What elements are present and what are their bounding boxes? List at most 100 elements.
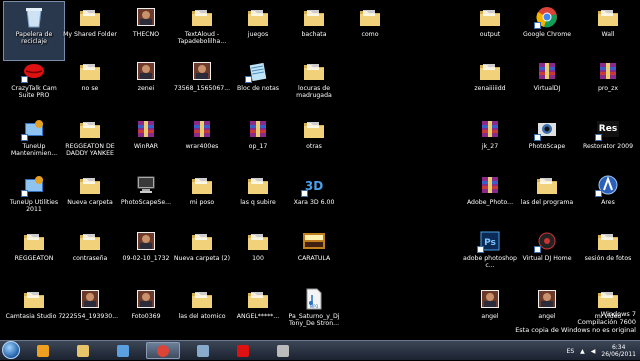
desktop-icon-my-shared-folder[interactable]: My Shared Folder xyxy=(60,2,120,60)
desktop-icon-tuneup-mant[interactable]: TuneUp Mantenimien... xyxy=(4,114,64,172)
desktop-icon-nueva-carpeta[interactable]: Nueva carpeta xyxy=(60,170,120,228)
desktop-icon-label: 73568_1565067... xyxy=(173,85,231,92)
taskbar-button-chrome[interactable] xyxy=(146,342,180,359)
photo-icon xyxy=(133,5,159,29)
taskbar-button-media-player[interactable] xyxy=(26,342,60,359)
lips-icon xyxy=(21,59,47,83)
desktop-icon-adobe-photoshop[interactable]: Ps adobe photoshop c... xyxy=(460,226,520,284)
desktop-icon-zenaiiiiidd[interactable]: zenaiiiiidd xyxy=(460,56,520,114)
tuneup-icon xyxy=(21,117,47,141)
clock-time: 6:34 xyxy=(611,344,626,351)
rar-icon xyxy=(534,59,560,83)
volume-icon[interactable]: ◀ xyxy=(591,348,596,355)
desktop-icon-google-chrome[interactable]: Google Chrome xyxy=(517,2,577,60)
network-icon[interactable]: ▲ xyxy=(580,348,585,355)
desktop-icon-wrar400es[interactable]: wrar400es xyxy=(172,114,232,172)
desktop-icon-file-222554[interactable]: 222554_193930... xyxy=(60,284,120,342)
desktop-icon-label: angel xyxy=(481,313,499,320)
folder-icon xyxy=(595,5,621,29)
desktop-icon-bachata[interactable]: bachata xyxy=(284,2,344,60)
desktop-icon-sesion-de-fotos[interactable]: sesión de fotos xyxy=(578,226,638,284)
desktop-icon-winrar[interactable]: WinRAR xyxy=(116,114,176,172)
desktop-icon-caratula[interactable]: CARATULA xyxy=(284,226,344,284)
mp3-icon: MP3 xyxy=(301,287,327,311)
clock[interactable]: 6:34 26/06/2011 xyxy=(601,344,636,358)
desktop-icon-pa-saturno[interactable]: MP3 Pa_Saturno_y_Dj Tony_De Stron... xyxy=(284,284,344,342)
language-indicator[interactable]: ES xyxy=(567,348,575,355)
desktop-icon-textaloud[interactable]: TextAloud - Tapadebolilha... xyxy=(172,2,232,60)
desktop-icon-mi-poso[interactable]: mi poso xyxy=(172,170,232,228)
desktop-icon-photoscape[interactable]: PhotoScape xyxy=(517,114,577,172)
desktop-icon-restorator[interactable]: Res Restorator 2009 xyxy=(578,114,638,172)
desktop-icon-nueva-carpeta-2[interactable]: Nueva carpeta (2) xyxy=(172,226,232,284)
desktop-icon-cien[interactable]: 100 xyxy=(228,226,288,284)
desktop-icon-label: Nueva carpeta (2) xyxy=(173,255,231,262)
desktop-icon-recycle-bin[interactable]: Papelera de reciclaje xyxy=(3,1,65,61)
desktop-icon-label: wrar400es xyxy=(185,143,219,150)
desktop-icon-label: Wall xyxy=(601,31,615,38)
desktop-icon-label: adobe photoshop c... xyxy=(463,255,517,269)
photo-icon xyxy=(477,287,503,311)
folder-icon xyxy=(189,287,215,311)
desktop-icon-foto0369[interactable]: Foto0369 xyxy=(116,284,176,342)
caratula-icon xyxy=(301,229,327,253)
folder-icon xyxy=(21,287,47,311)
desktop-icon-las-q-subire[interactable]: las q subire xyxy=(228,170,288,228)
desktop-icon-reggeaton[interactable]: REGGEATON xyxy=(4,226,64,284)
desktop-icon-label: Foto0369 xyxy=(131,313,161,320)
desktop-icon-zenei[interactable]: zenei xyxy=(116,56,176,114)
desktop-icon-jk-27[interactable]: jk_27 xyxy=(460,114,520,172)
desktop-icon-label: PhotoScapeSe... xyxy=(120,199,172,206)
desktop-icon-adobe-photo[interactable]: Adobe_Photo... xyxy=(460,170,520,228)
photo-icon xyxy=(534,287,560,311)
desktop-icon-locuras[interactable]: locuras de madrugada xyxy=(284,56,344,114)
desktop-icon-virtualdj[interactable]: VirtualDJ xyxy=(517,56,577,114)
start-button[interactable] xyxy=(2,341,20,359)
desktop-icon-no-se[interactable]: no se xyxy=(60,56,120,114)
taskbar-button-app-7[interactable] xyxy=(266,342,300,359)
taskbar-button-crazytalk[interactable] xyxy=(226,342,260,359)
desktop-icon-las-del-atomico[interactable]: las del atomico xyxy=(172,284,232,342)
watermark-notice: Esta copia de Windows no es original xyxy=(515,326,636,334)
desktop-icon-thecno[interactable]: THECNO xyxy=(116,2,176,60)
tuneup-icon xyxy=(21,173,47,197)
control-panel-icon xyxy=(117,344,129,357)
desktop-icon-angel-1[interactable]: angel xyxy=(460,284,520,342)
desktop-icon-ares[interactable]: Ares xyxy=(578,170,638,228)
taskbar-button-explorer[interactable] xyxy=(66,342,100,359)
desktop-icon-file-09-02[interactable]: 09-02-10_1732 xyxy=(116,226,176,284)
taskbar-button-control-panel[interactable] xyxy=(106,342,140,359)
app-icon xyxy=(277,344,289,357)
desktop-icon-juegos[interactable]: juegos xyxy=(228,2,288,60)
taskbar-button-paint[interactable] xyxy=(186,342,220,359)
desktop-icon-pro-zx[interactable]: pro_zx xyxy=(578,56,638,114)
desktop-icon-label: 09-02-10_1732 xyxy=(122,255,170,262)
desktop-icon-op-17[interactable]: op_17 xyxy=(228,114,288,172)
desktop-icon-crazytalk[interactable]: CrazyTalk Cam Suite PRO xyxy=(4,56,64,114)
desktop-icon-las-del-programa[interactable]: las del programa xyxy=(517,170,577,228)
folder-icon xyxy=(77,117,103,141)
computer-icon xyxy=(133,173,159,197)
rar-icon xyxy=(245,117,271,141)
desktop-icon-tuneup-utilities[interactable]: TuneUp Utilities 2011 xyxy=(4,170,64,228)
desktop-icon-contrasena[interactable]: contraseña xyxy=(60,226,120,284)
desktop-icon-virtual-dj-home[interactable]: Virtual DJ Home xyxy=(517,226,577,284)
desktop-icon-xara-3d[interactable]: 3D Xara 3D 6.00 xyxy=(284,170,344,228)
desktop-icon-como[interactable]: como xyxy=(340,2,400,60)
desktop-icon-label: zenei xyxy=(137,85,155,92)
desktop-icon-label: las q subire xyxy=(240,199,276,206)
desktop-icon-angel-stars[interactable]: ANGEL*****... xyxy=(228,284,288,342)
desktop-icon-output[interactable]: output xyxy=(460,2,520,60)
rar-icon xyxy=(133,117,159,141)
crazytalk-icon xyxy=(237,344,249,357)
desktop-icon-photoscapese[interactable]: PhotoScapeSe... xyxy=(116,170,176,228)
desktop-icon-wall[interactable]: Wall xyxy=(578,2,638,60)
windows-media-player-icon xyxy=(37,344,49,357)
desktop-icon-reggeaton-daddy[interactable]: REGGEATON DE DADDY YANKEE xyxy=(60,114,120,172)
desktop-icon-file-73568[interactable]: 73568_1565067... xyxy=(172,56,232,114)
desktop-icon-label: mi poso xyxy=(189,199,215,206)
desktop-icon-otras[interactable]: otras xyxy=(284,114,344,172)
desktop-icon-camtasia[interactable]: Camtasia Studio 7 xyxy=(4,284,64,342)
folder-icon xyxy=(77,229,103,253)
desktop-icon-bloc-de-notas[interactable]: Bloc de notas xyxy=(228,56,288,114)
